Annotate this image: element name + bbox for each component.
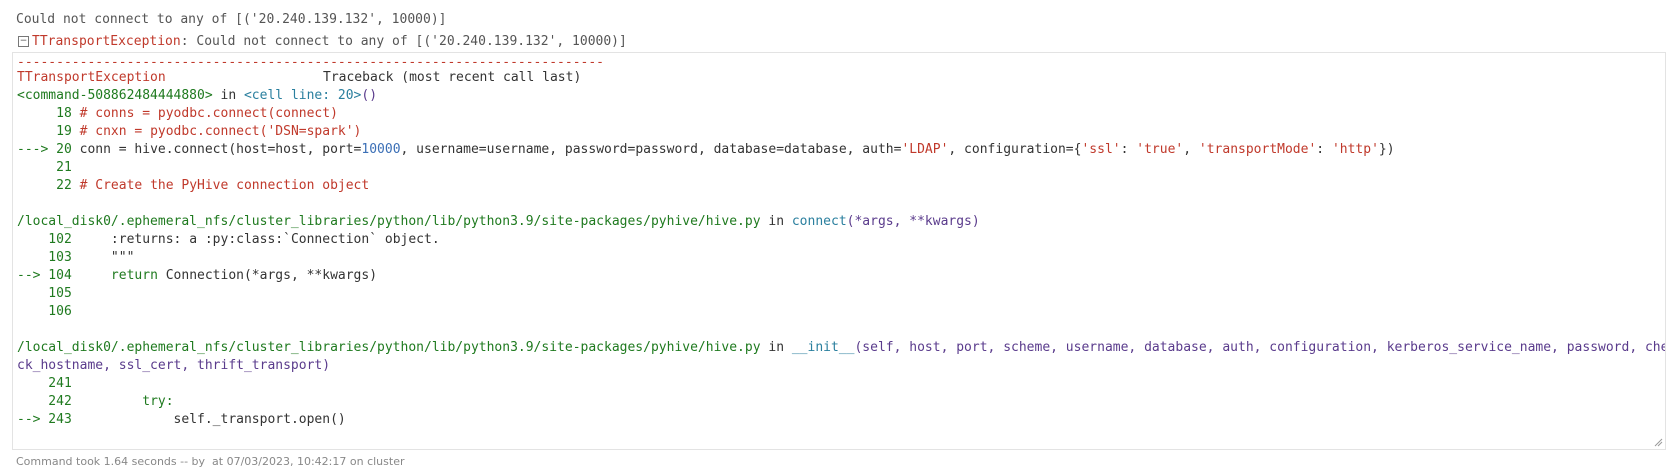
traceback-panel[interactable]: ----------------------------------------… xyxy=(12,52,1666,450)
code-line-102: 102 :returns: a :py:class:`Connection` o… xyxy=(17,230,440,249)
traceback-exc-name: TTransportException xyxy=(17,70,166,85)
code-line-243-current: --> 243 self._transport.open() xyxy=(17,410,346,429)
line-number: 22 xyxy=(17,178,80,193)
code-string: 'http' xyxy=(1331,142,1379,157)
code-keyword: try: xyxy=(79,394,174,409)
frame-args: (*args, **kwargs) xyxy=(846,214,980,229)
traceback-header: TTransportException Traceback (most recen… xyxy=(17,68,581,87)
code-text: Connection(*args, **kwargs) xyxy=(165,268,378,283)
code-comment: # conns = pyodbc.connect(connect) xyxy=(79,106,338,121)
code-string: 'ssl' xyxy=(1081,142,1121,157)
frame-args-continued: ck_hostname, ssl_cert, thrift_transport) xyxy=(17,358,331,373)
code-comment: # Create the PyHive connection object xyxy=(79,178,370,193)
resize-handle-icon[interactable] xyxy=(1653,437,1663,447)
code-line-106: 106 xyxy=(17,304,72,319)
traceback-title: Traceback (most recent call last) xyxy=(323,70,582,85)
line-number: 102 xyxy=(17,232,80,247)
frame-command-header: <command-508862484444880> in <cell line:… xyxy=(17,86,377,105)
command-status: Command took 1.64 seconds -- by at 07/03… xyxy=(16,455,405,468)
code-text: : xyxy=(1120,142,1137,157)
code-text: , xyxy=(1183,142,1199,157)
frame-in: in xyxy=(212,88,244,103)
frame-in: in xyxy=(760,340,792,355)
frame-connect-header: /local_disk0/.ephemeral_nfs/cluster_libr… xyxy=(17,212,980,231)
code-keyword: return xyxy=(79,268,166,283)
code-text: self._transport.open() xyxy=(79,412,346,427)
code-line-241: 241 xyxy=(17,376,72,391)
code-line-19: 19 # cnxn = pyodbc.connect('DSN=spark') xyxy=(17,122,361,141)
code-line-21: 21 xyxy=(17,160,72,175)
frame-func: __init__ xyxy=(791,340,855,355)
frame-args: (self, host, port, scheme, username, dat… xyxy=(854,340,1666,355)
code-line-104-current: --> 104 return Connection(*args, **kwarg… xyxy=(17,266,377,285)
line-number: 103 xyxy=(17,250,80,265)
frame-init-header: /local_disk0/.ephemeral_nfs/cluster_libr… xyxy=(17,338,1666,357)
error-message: Could not connect to any of [('20.240.13… xyxy=(16,12,447,27)
frame-func: connect xyxy=(791,214,847,229)
code-line-242: 242 try: xyxy=(17,392,174,411)
frame-path: /local_disk0/.ephemeral_nfs/cluster_libr… xyxy=(17,340,761,355)
code-text: conn = hive.connect(host=host, port= xyxy=(79,142,362,157)
code-text: : xyxy=(1316,142,1332,157)
code-line-105: 105 xyxy=(17,286,72,301)
exception-text: : Could not connect to any of [('20.240.… xyxy=(180,34,627,49)
code-text: , configuration={ xyxy=(948,142,1082,157)
frame-args: () xyxy=(361,88,378,103)
exception-name: TTransportException xyxy=(32,34,181,49)
code-text: :returns: a :py:class:`Connection` objec… xyxy=(79,232,440,247)
code-number: 10000 xyxy=(361,142,401,157)
frame-func: <cell line: 20> xyxy=(243,88,362,103)
frame-path: /local_disk0/.ephemeral_nfs/cluster_libr… xyxy=(17,214,761,229)
code-string: 'LDAP' xyxy=(901,142,949,157)
code-text: """ xyxy=(79,250,135,265)
code-text: , username=username, password=password, … xyxy=(400,142,902,157)
line-number: 242 xyxy=(17,394,80,409)
code-line-20-current: ---> 20 conn = hive.connect(host=host, p… xyxy=(17,140,1395,159)
line-number: 18 xyxy=(17,106,80,121)
line-number: 19 xyxy=(17,124,80,139)
current-line-arrow: --> 104 xyxy=(17,268,80,283)
frame-location: <command-508862484444880> xyxy=(17,88,213,103)
code-line-103: 103 """ xyxy=(17,248,134,267)
code-line-22: 22 # Create the PyHive connection object xyxy=(17,176,369,195)
exception-header[interactable]: − TTransportException: Could not connect… xyxy=(18,34,627,49)
current-line-arrow: --> 243 xyxy=(17,412,80,427)
code-string: 'transportMode' xyxy=(1198,142,1317,157)
code-comment: # cnxn = pyodbc.connect('DSN=spark') xyxy=(79,124,362,139)
code-string: 'true' xyxy=(1136,142,1184,157)
code-line-18: 18 # conns = pyodbc.connect(connect) xyxy=(17,104,338,123)
frame-in: in xyxy=(760,214,792,229)
collapse-toggle-icon[interactable]: − xyxy=(18,36,29,47)
current-line-arrow: ---> 20 xyxy=(17,142,80,157)
code-text: }) xyxy=(1378,142,1395,157)
